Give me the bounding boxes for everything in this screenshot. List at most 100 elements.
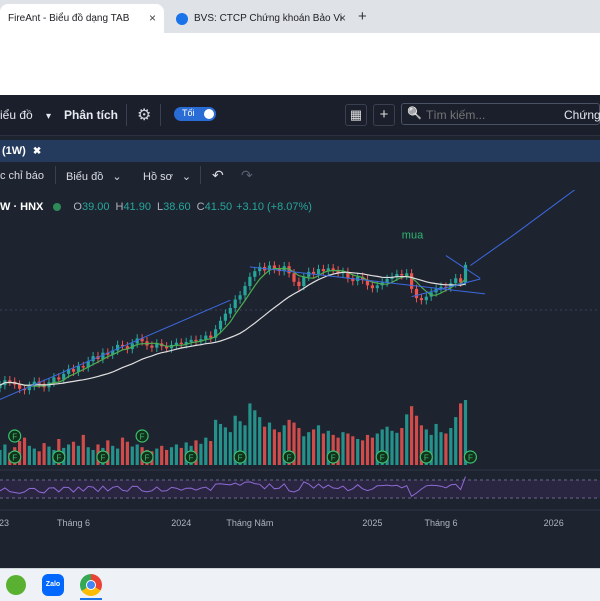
event-marker-label: F [189, 454, 194, 463]
volume-bar [346, 433, 350, 465]
volume-bar [165, 449, 169, 465]
volume-bar [351, 436, 355, 465]
candle-body [8, 380, 12, 382]
zalo-icon[interactable]: Zalo [42, 574, 64, 596]
volume-bar [263, 426, 267, 465]
address-bar[interactable] [0, 33, 600, 64]
candle-body [194, 339, 198, 342]
event-marker[interactable]: F [282, 450, 296, 464]
analysis-button[interactable]: Phân tích [64, 108, 118, 122]
volume-bar [86, 447, 90, 465]
volume-bar [174, 444, 178, 465]
app-icon[interactable] [6, 575, 26, 595]
x-axis-label: 2024 [171, 518, 191, 528]
chart-menu-button[interactable]: iểu đồ ▾ [0, 108, 51, 122]
ma-fast-line [0, 267, 466, 387]
search-input[interactable] [424, 106, 548, 124]
candle-body [419, 298, 423, 301]
volume-bar [32, 448, 36, 465]
indicators-button[interactable]: c chỉ báo [0, 170, 44, 182]
event-marker[interactable]: F [96, 450, 110, 464]
volume-bar [390, 430, 394, 465]
volume-bar [361, 440, 365, 465]
close-tab-icon[interactable]: × [339, 11, 346, 25]
candle-body [297, 281, 301, 287]
x-axis-label: 2026 [544, 518, 564, 528]
browser-tab-bvs[interactable]: BVS: CTCP Chứng khoán Bảo Vi × [168, 4, 354, 33]
volume-bar [27, 445, 31, 465]
event-marker-label: F [56, 454, 61, 463]
taskbar: Zalo [0, 568, 600, 601]
candle-body [189, 339, 193, 342]
layout-grid-icon[interactable]: ▦ [345, 104, 367, 126]
volume-bar [81, 434, 85, 465]
event-marker[interactable]: F [419, 450, 433, 464]
event-marker[interactable]: F [52, 450, 66, 464]
volume-bar [0, 449, 2, 465]
x-axis-label: 23 [0, 518, 9, 528]
chart-tab-row [0, 140, 600, 162]
volume-bar [71, 441, 76, 465]
volume-bar [395, 432, 399, 465]
event-marker[interactable]: F [233, 450, 247, 464]
volume-bar [223, 427, 227, 465]
event-marker[interactable]: F [463, 450, 477, 464]
redo-icon[interactable]: ↷ [241, 167, 253, 184]
undo-icon[interactable]: ↶ [212, 167, 224, 184]
gear-icon[interactable]: ⚙ [137, 105, 151, 125]
volume-bar [459, 403, 463, 465]
candle-body [57, 377, 61, 380]
profile-button[interactable]: Hồ sơ ⌄ [143, 170, 191, 183]
candle-body [400, 274, 404, 276]
event-marker[interactable]: F [8, 429, 22, 443]
candle-body [233, 299, 237, 308]
event-marker[interactable]: F [375, 450, 389, 464]
chrome-icon[interactable] [80, 574, 102, 596]
candle-body [209, 335, 213, 338]
volume-bar [277, 432, 281, 465]
trendlines [0, 190, 576, 400]
volume-bar [316, 425, 321, 465]
trendline-resistance [249, 266, 486, 295]
volume-bar [356, 439, 360, 465]
chart-tab[interactable]: (1W) ✖ [0, 140, 41, 162]
x-axis: 23 Tháng 6 2024 Tháng Năm 2025 Tháng 6 2026 [0, 518, 564, 528]
trendline-projection [514, 190, 576, 235]
candles [0, 261, 468, 395]
volume-bar [258, 417, 262, 465]
close-icon[interactable]: ✖ [33, 146, 41, 157]
theme-toggle-label: Tối [182, 108, 195, 118]
volume-bar [67, 444, 71, 465]
event-marker-label: F [331, 454, 336, 463]
chart-type-button[interactable]: Biểu đồ ⌄ [66, 170, 122, 183]
close-tab-icon[interactable]: × [149, 11, 156, 25]
volume-bar [312, 429, 316, 465]
new-tab-button[interactable]: + [358, 8, 367, 25]
event-marker[interactable]: F [8, 450, 22, 464]
event-marker[interactable]: F [184, 450, 198, 464]
candle-body [18, 384, 22, 389]
candle-body [238, 295, 242, 300]
candle-body [52, 377, 56, 383]
page-header-area [0, 63, 600, 95]
candle-body [414, 288, 419, 299]
volume-bar [400, 428, 404, 465]
event-marker-label: F [12, 454, 17, 463]
browser-tab-fireant[interactable]: FireAnt - Biểu đồ dạng TAB × [0, 4, 164, 33]
x-axis-label: 2025 [362, 518, 382, 528]
theme-toggle[interactable]: Tối [174, 107, 216, 121]
toolbar-divider [160, 104, 161, 126]
event-marker[interactable]: F [326, 450, 340, 464]
rsi-panel [0, 469, 600, 511]
search-icon: 🔍 [407, 106, 422, 120]
add-icon[interactable]: + [373, 104, 395, 126]
buy-annotation: mua [402, 230, 424, 242]
event-marker[interactable]: F [140, 450, 154, 464]
volume-bar [444, 433, 448, 465]
profile-label: Hồ sơ [143, 171, 173, 183]
candle-body [218, 320, 223, 330]
volume-bar [297, 428, 301, 465]
event-marker[interactable]: F [135, 429, 149, 443]
price-chart[interactable]: F F F F F F F F F F F F F mua 23 Tháng 6 2024 Tháng Năm… [0, 190, 600, 535]
search-box[interactable]: 🔍 Chứng [401, 103, 600, 125]
